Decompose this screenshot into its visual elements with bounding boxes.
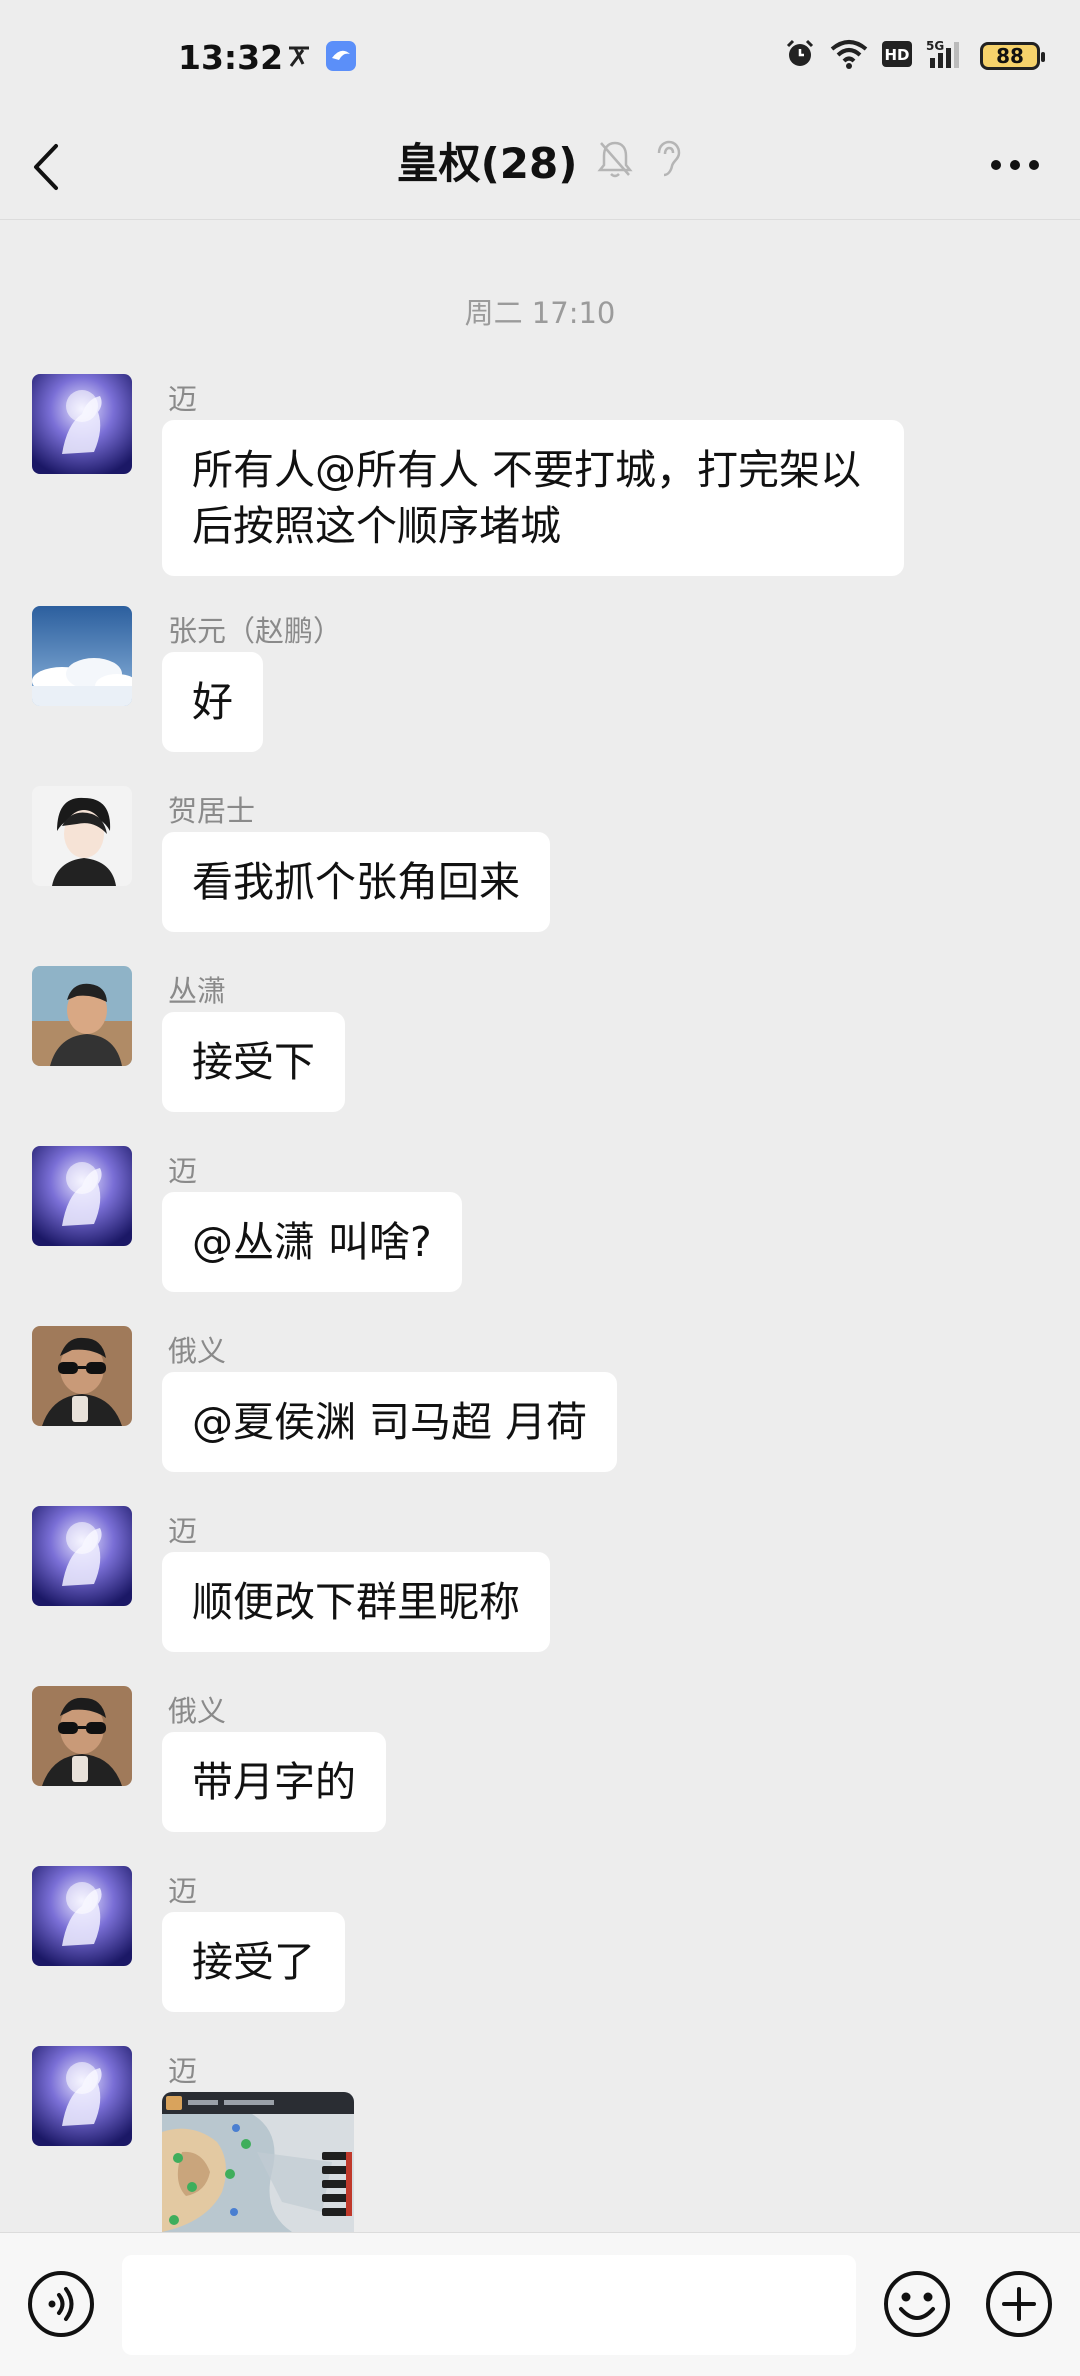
- more-dots-icon: [991, 160, 1039, 170]
- browser-notification-icon: [325, 40, 357, 76]
- avatar-sunglasses-man[interactable]: [32, 1326, 132, 1426]
- message-bubble[interactable]: 看我抓个张角回来: [162, 832, 550, 932]
- voice-icon: [28, 2271, 94, 2337]
- status-time: 13:32: [178, 38, 284, 77]
- avatar-galaxy-horse[interactable]: [32, 1506, 132, 1606]
- message-bubble[interactable]: 接受了: [162, 1912, 345, 2012]
- avatar-galaxy-horse[interactable]: [32, 1866, 132, 1966]
- sender-name: 贺居士: [168, 794, 256, 828]
- input-bar: [0, 2232, 1080, 2376]
- image-message-game-map[interactable]: [162, 2092, 354, 2232]
- message-bubble[interactable]: 好: [162, 652, 263, 752]
- avatar-galaxy-horse[interactable]: [32, 374, 132, 474]
- sender-name: 迈: [168, 1514, 198, 1548]
- sender-name: 俄义: [168, 1694, 227, 1728]
- svg-text:HD: HD: [884, 46, 909, 64]
- avatar-galaxy-horse[interactable]: [32, 1146, 132, 1246]
- message-bubble[interactable]: 所有人@所有人 不要打城，打完架以后按照这个顺序堵城: [162, 420, 904, 576]
- plus-icon: [986, 2271, 1052, 2337]
- status-bar: 13:32 HD 5G 88: [0, 0, 1080, 120]
- avatar-man-photo[interactable]: [32, 966, 132, 1066]
- sender-name: 迈: [168, 2054, 198, 2088]
- avatar-sky-clouds[interactable]: [32, 606, 132, 706]
- message-bubble[interactable]: 顺便改下群里昵称: [162, 1552, 550, 1652]
- earpiece-mode-icon: [653, 139, 683, 183]
- alarm-icon: [784, 38, 816, 74]
- svg-text:5G: 5G: [926, 39, 944, 53]
- battery-indicator: 88: [980, 42, 1045, 70]
- message-bubble[interactable]: @夏侯渊 司马超 月荷: [162, 1372, 618, 1472]
- voice-input-button[interactable]: [26, 2269, 96, 2339]
- avatar-sunglasses-man[interactable]: [32, 1686, 132, 1786]
- more-functions-button[interactable]: [984, 2269, 1054, 2339]
- message-input[interactable]: [122, 2255, 856, 2355]
- sender-name: 丛潇: [168, 974, 227, 1008]
- more-options-button[interactable]: [980, 130, 1050, 200]
- message-bubble[interactable]: 接受下: [162, 1012, 345, 1112]
- avatar-anime-boy[interactable]: [32, 786, 132, 886]
- muted-bell-icon: [597, 139, 634, 183]
- signal-5g-icon: 5G: [926, 38, 966, 74]
- message-bubble[interactable]: 带月字的: [162, 1732, 386, 1832]
- wifi-icon: [830, 39, 868, 73]
- chat-header: 皇权(28): [0, 120, 1080, 220]
- emoji-icon: [884, 2271, 950, 2337]
- chat-timestamp: 周二 17:10: [464, 296, 616, 330]
- sender-name: 张元（赵鹏）: [168, 614, 343, 648]
- hd-icon: HD: [882, 41, 912, 71]
- sender-name: 迈: [168, 1154, 198, 1188]
- emoji-button[interactable]: [882, 2269, 952, 2339]
- chat-title[interactable]: 皇权(28): [397, 130, 578, 191]
- sender-name: 迈: [168, 1874, 198, 1908]
- sender-name: 迈: [168, 382, 198, 416]
- sender-name: 俄义: [168, 1334, 227, 1368]
- app-notification-icon: [285, 42, 313, 74]
- avatar-galaxy-horse[interactable]: [32, 2046, 132, 2146]
- message-bubble[interactable]: @丛潇 叫啥?: [162, 1192, 462, 1292]
